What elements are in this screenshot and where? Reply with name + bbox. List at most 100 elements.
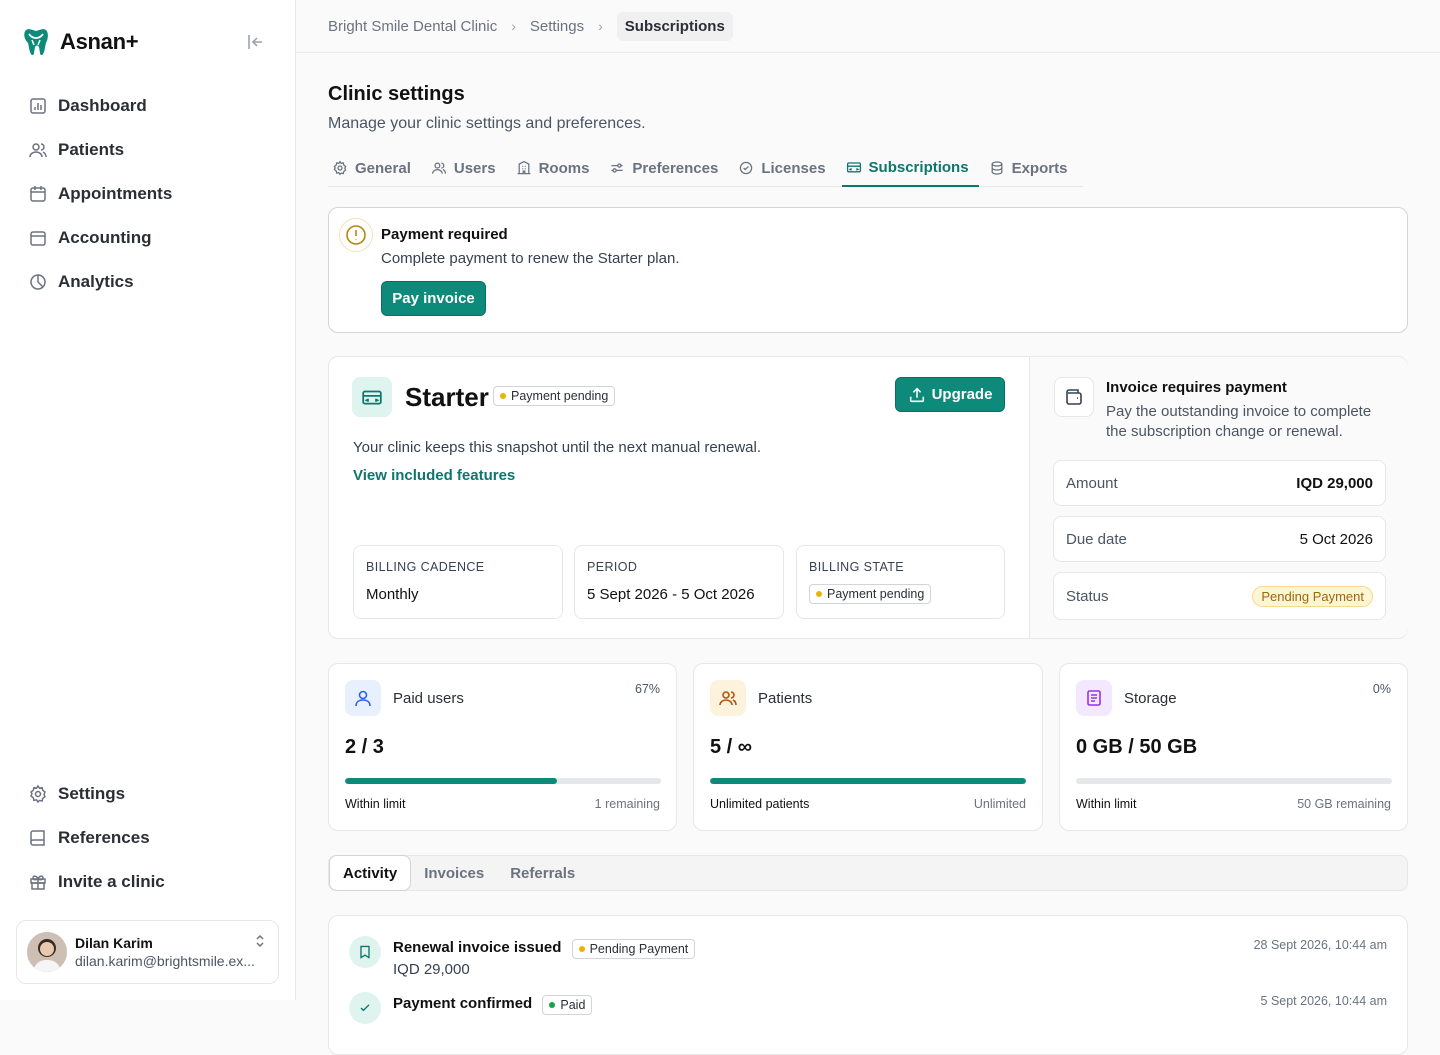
badge-label: Paid xyxy=(560,998,586,1012)
meta-label: BILLING CADENCE xyxy=(366,560,485,574)
nav-item-settings[interactable]: Settings xyxy=(16,772,280,816)
ticket-icon xyxy=(352,377,392,417)
nav-item-appointments[interactable]: Appointments xyxy=(16,172,280,216)
tab-referrals[interactable]: Referrals xyxy=(497,855,588,891)
activity-list: Renewal invoice issued Pending Payment I… xyxy=(328,915,1408,1055)
nav-item-accounting[interactable]: Accounting xyxy=(16,216,280,260)
settings-tabs: General Users Rooms Preferences Licenses… xyxy=(328,149,1084,187)
nav-item-references[interactable]: References xyxy=(16,816,280,860)
nav-item-dashboard[interactable]: Dashboard xyxy=(16,84,280,128)
activity-detail: IQD 29,000 xyxy=(393,961,470,978)
tab-subscriptions[interactable]: Subscriptions xyxy=(841,149,979,187)
tab-label: Preferences xyxy=(632,159,719,177)
tab-licenses[interactable]: Licenses xyxy=(734,149,835,187)
brand-name: Asnan+ xyxy=(60,29,139,54)
activity-title: Payment confirmed Paid xyxy=(393,995,593,1015)
nav-label: Settings xyxy=(58,784,126,803)
status-badge: Pending Payment xyxy=(571,939,696,959)
user-name: Dilan Karim xyxy=(75,935,153,951)
nav-item-invite[interactable]: Invite a clinic xyxy=(16,860,280,904)
book-icon xyxy=(28,828,48,848)
calendar-icon xyxy=(28,184,48,204)
tab-label: Exports xyxy=(1011,159,1068,177)
row-value: 5 Oct 2026 xyxy=(1299,530,1373,548)
nav-item-patients[interactable]: Patients xyxy=(16,128,280,172)
document-icon xyxy=(1076,680,1112,716)
collapse-sidebar-icon[interactable] xyxy=(246,32,266,52)
usage-status: Unlimited patients xyxy=(710,797,810,811)
usage-progress xyxy=(345,778,661,784)
tab-invoices[interactable]: Invoices xyxy=(411,855,497,891)
activity-time: 28 Sept 2026, 10:44 am xyxy=(1253,938,1387,952)
plan-description: Your clinic keeps this snapshot until th… xyxy=(353,439,762,456)
user-email: dilan.karim@brightsmile.ex... xyxy=(75,953,255,969)
status-dot xyxy=(816,591,822,597)
tab-general[interactable]: General xyxy=(328,149,421,187)
gift-icon xyxy=(28,872,48,892)
sliders-icon xyxy=(609,160,625,176)
check-circle-icon xyxy=(738,160,754,176)
nav-label: Invite a clinic xyxy=(58,872,165,891)
activity-title-text: Renewal invoice issued xyxy=(393,939,562,956)
usage-card-users: Paid users 67% 2 / 3 Within limit 1 rema… xyxy=(328,663,677,831)
gear-icon xyxy=(332,160,348,176)
tab-preferences[interactable]: Preferences xyxy=(605,149,728,187)
upgrade-button[interactable]: Upgrade xyxy=(895,377,1005,412)
usage-progress-fill xyxy=(710,778,1026,784)
tab-rooms[interactable]: Rooms xyxy=(512,149,600,187)
chevron-up-down-icon xyxy=(254,933,266,949)
tab-activity[interactable]: Activity xyxy=(329,855,412,891)
billing-period: PERIOD 5 Sept 2026 - 5 Oct 2026 xyxy=(574,545,784,619)
activity-title: Renewal invoice issued Pending Payment xyxy=(393,939,696,959)
usage-progress xyxy=(710,778,1026,784)
tab-exports[interactable]: Exports xyxy=(985,149,1078,187)
nav-item-analytics[interactable]: Analytics xyxy=(16,260,280,304)
usage-title: Paid users xyxy=(393,690,464,707)
database-icon xyxy=(989,160,1005,176)
usage-card-storage: Storage 0% 0 GB / 50 GB Within limit 50 … xyxy=(1059,663,1408,831)
main-nav: Dashboard Patients Appointments Accounti… xyxy=(16,84,280,304)
usage-status: Within limit xyxy=(345,797,406,811)
badge-label: Payment pending xyxy=(827,587,925,601)
invoice-description: Pay the outstanding invoice to complete … xyxy=(1106,403,1372,440)
invoice-title: Invoice requires payment xyxy=(1106,379,1287,396)
users-icon xyxy=(431,160,447,176)
warning-icon xyxy=(339,218,373,252)
status-dot xyxy=(578,946,585,952)
chevron-right-icon: › xyxy=(511,18,516,34)
invoice-status-row: Status Pending Payment xyxy=(1053,572,1386,620)
user-menu[interactable]: Dilan Karim dilan.karim@brightsmile.ex..… xyxy=(16,920,279,984)
view-features-link[interactable]: View included features xyxy=(353,467,515,484)
building-icon xyxy=(516,160,532,176)
status-badge: Pending Payment xyxy=(1252,585,1373,607)
breadcrumb-clinic[interactable]: Bright Smile Dental Clinic xyxy=(328,18,497,35)
invoice-amount-row: Amount IQD 29,000 xyxy=(1053,460,1386,506)
billing-cadence: BILLING CADENCE Monthly xyxy=(353,545,563,619)
history-tabs: Activity Invoices Referrals xyxy=(328,855,1408,891)
tab-users[interactable]: Users xyxy=(427,149,506,187)
nav-label: Analytics xyxy=(58,272,134,291)
billing-state: BILLING STATE Payment pending xyxy=(796,545,1005,619)
payment-alert: Payment required Complete payment to ren… xyxy=(328,207,1408,333)
brand[interactable]: Asnan+ xyxy=(20,26,139,58)
page-subtitle: Manage your clinic settings and preferen… xyxy=(328,115,646,132)
meta-label: BILLING STATE xyxy=(809,560,905,574)
tab-label: Users xyxy=(453,159,496,177)
usage-remaining: 1 remaining xyxy=(594,797,660,811)
badge-label: Pending Payment xyxy=(589,942,689,956)
nav-label: Patients xyxy=(58,140,125,159)
tooth-logo-icon xyxy=(20,26,52,58)
usage-card-patients: Patients 5 / ∞ Unlimited patients Unlimi… xyxy=(693,663,1043,831)
row-label: Due date xyxy=(1066,530,1127,548)
status-badge: Payment pending xyxy=(809,584,932,604)
usage-remaining: 50 GB remaining xyxy=(1297,797,1391,811)
plan-card: Starter Payment pending Upgrade Your cli… xyxy=(328,356,1408,639)
activity-time: 5 Sept 2026, 10:44 am xyxy=(1260,994,1387,1008)
page-title: Clinic settings xyxy=(328,83,465,105)
sidebar: Asnan+ Dashboard Patients Appointments A… xyxy=(0,0,296,1000)
wallet-icon xyxy=(1054,377,1094,417)
breadcrumb-settings[interactable]: Settings xyxy=(530,18,584,35)
plan-summary: Starter Payment pending Upgrade Your cli… xyxy=(329,357,1029,638)
tab-label: General xyxy=(355,159,411,177)
pay-invoice-button[interactable]: Pay invoice xyxy=(381,281,486,316)
